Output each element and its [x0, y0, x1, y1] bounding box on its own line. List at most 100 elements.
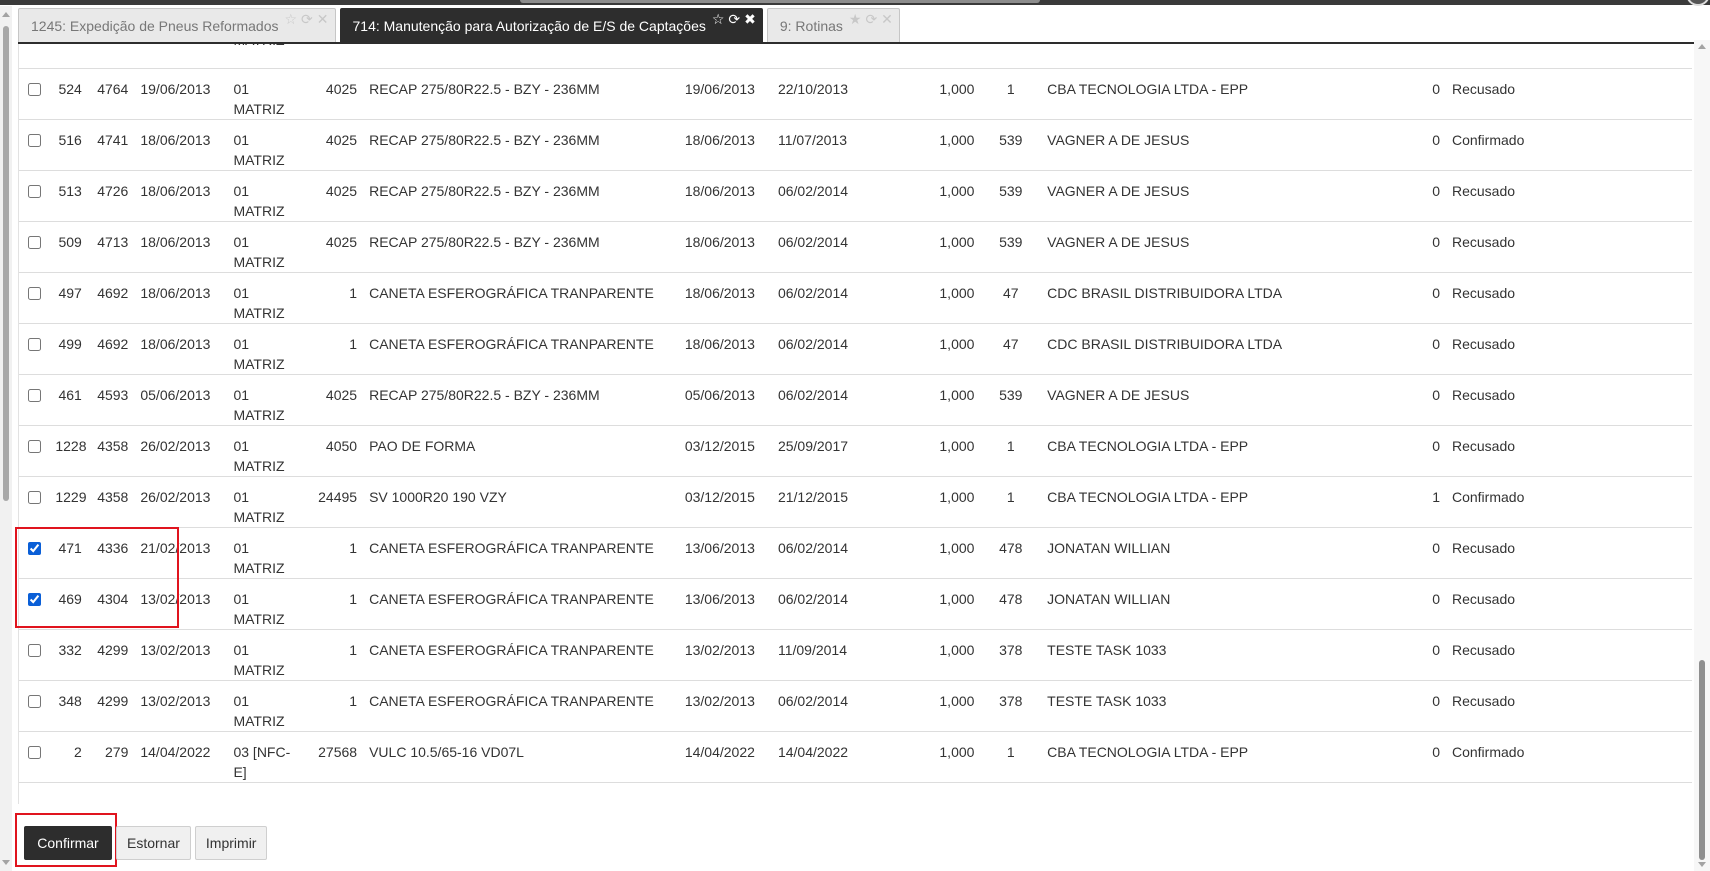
cell-date3: 06/02/2014 — [771, 680, 914, 732]
cell-date2: 19/06/2013 — [678, 68, 772, 120]
close-icon[interactable]: ✖ — [744, 11, 756, 27]
refresh-icon[interactable]: ⟳ — [301, 11, 313, 27]
cell-quantity: 1,000 — [913, 170, 981, 222]
row-checkbox[interactable] — [27, 337, 41, 351]
row-checkbox[interactable] — [27, 643, 41, 657]
cell-count: 0 — [1425, 170, 1446, 222]
table-row[interactable]: 497 4692 18/06/2013 01 MATRIZ 1 CANETA ESFERO… — [19, 272, 1692, 324]
table-row[interactable]: 471 4336 21/02/2013 01 MATRIZ 1 CANETA ESFERO… — [19, 527, 1692, 579]
table-row[interactable]: 348 4299 13/02/2013 01 MATRIZ 1 CANETA ESFERO… — [19, 680, 1692, 732]
cell-date: 18/06/2013 — [134, 272, 228, 324]
row-checkbox[interactable] — [27, 745, 41, 759]
cell-product: RECAP 275/80R22.5 - BZY - 236MM — [363, 68, 679, 120]
cell-product-code: 4025 — [306, 170, 364, 222]
cell-id: 1229 — [49, 476, 88, 528]
close-icon[interactable]: ✕ — [317, 11, 329, 27]
table-row[interactable]: 499 4692 18/06/2013 01 MATRIZ 1 CANETA ESFERO… — [19, 323, 1692, 375]
cell-quantity: 1,000 — [913, 425, 981, 477]
cell-product: SV 1000R20 190 VZY — [363, 476, 679, 528]
cell-client: JONATAN WILLIAN — [1041, 527, 1426, 579]
cell-count: 0 — [1425, 221, 1446, 273]
scroll-up-arrow-icon[interactable] — [1698, 44, 1706, 49]
cell-select — [19, 221, 50, 273]
cell-quantity: 1,000 — [913, 680, 981, 732]
table-row[interactable]: 509 4713 18/06/2013 01 MATRIZ 4025 RECAP 275/… — [19, 221, 1692, 273]
table-row[interactable]: 332 4299 13/02/2013 01 MATRIZ 1 CANETA ESFERO… — [19, 629, 1692, 681]
cell-select — [19, 629, 50, 681]
confirm-button[interactable]: Confirmar — [24, 826, 112, 860]
cell-date: 14/04/2022 — [134, 731, 228, 783]
cell-filial: 01 MATRIZ — [227, 272, 307, 324]
table-row[interactable]: 513 4726 18/06/2013 01 MATRIZ 4025 RECAP 275/… — [19, 170, 1692, 222]
cell-status: Recusado — [1445, 170, 1692, 222]
cell-status: Recusado — [1445, 272, 1692, 324]
cell-id: 524 — [49, 68, 88, 120]
tab-expedicao-pneus[interactable]: 1245: Expedição de Pneus Reformados ☆ ⟳ … — [18, 8, 336, 42]
cell-select — [19, 119, 50, 171]
close-icon[interactable]: ✕ — [881, 11, 893, 27]
cell-date2: 18/06/2013 — [678, 119, 772, 171]
row-checkbox[interactable] — [27, 133, 41, 147]
cell-date2: 13/02/2013 — [678, 680, 772, 732]
scroll-down-arrow-icon[interactable] — [1698, 862, 1706, 867]
cell-count: 0 — [1425, 527, 1446, 579]
cell-filial: 01 MATRIZ — [227, 527, 307, 579]
cell-product: RECAP 275/80R22.5 - BZY - 236MM — [363, 170, 679, 222]
table-row[interactable]: 524 4764 19/06/2013 01 MATRIZ 4025 RECAP 275/… — [19, 68, 1692, 120]
cell-quantity: 1,000 — [913, 476, 981, 528]
scroll-up-arrow-icon[interactable] — [2, 12, 10, 17]
cell-id: 332 — [49, 629, 88, 681]
cell-product: CANETA ESFEROGRÁFICA TRANPARENTE — [363, 527, 679, 579]
scrollbar-thumb[interactable] — [1699, 660, 1705, 860]
row-checkbox[interactable] — [27, 184, 41, 198]
cell-date: 18/06/2013 — [134, 323, 228, 375]
cell-count: 0 — [1425, 629, 1446, 681]
cell-id: 1228 — [49, 425, 88, 477]
row-checkbox[interactable] — [27, 694, 41, 708]
row-checkbox[interactable] — [27, 490, 41, 504]
star-icon[interactable]: ☆ — [712, 11, 725, 27]
cell-id: 348 — [49, 680, 88, 732]
cell-product: PAO DE FORMA — [363, 425, 679, 477]
cell-filial: 01 MATRIZ — [227, 629, 307, 681]
refresh-icon[interactable]: ⟳ — [865, 11, 877, 27]
table-row[interactable]: 469 4304 13/02/2013 01 MATRIZ 1 CANETA ESFERO… — [19, 578, 1692, 630]
table-row[interactable]: 1229 4358 26/02/2013 01 MATRIZ 24495 SV 1000R… — [19, 476, 1692, 528]
row-checkbox[interactable] — [27, 388, 41, 402]
cell-status: Confirmado — [1445, 476, 1692, 528]
cell-count: 0 — [1425, 731, 1446, 783]
cell-doc: 4764 — [87, 68, 135, 120]
table-row[interactable]: 516 4741 18/06/2013 01 MATRIZ 4025 RECAP 275/… — [19, 119, 1692, 171]
cell-client: VAGNER A DE JESUS — [1041, 374, 1426, 426]
cell-client-code: 539 — [980, 119, 1042, 171]
star-icon[interactable]: ☆ — [284, 11, 297, 27]
star-icon[interactable]: ★ — [849, 11, 862, 27]
print-button[interactable]: Imprimir — [194, 826, 268, 860]
cell-status: Recusado — [1445, 578, 1692, 630]
table-row[interactable]: 2 279 14/04/2022 03 [NFC-E] 27568 VULC 10.5/6… — [19, 731, 1692, 783]
row-checkbox[interactable] — [27, 82, 41, 96]
cell-select — [19, 272, 50, 324]
cell-client: VAGNER A DE JESUS — [1041, 119, 1426, 171]
table-row[interactable]: 1228 4358 26/02/2013 01 MATRIZ 4050 PAO DE FO… — [19, 425, 1692, 477]
row-checkbox[interactable] — [27, 235, 41, 249]
tab-manutencao-autorizacao[interactable]: 714: Manutenção para Autorização de E/S … — [339, 8, 763, 42]
scrollbar-thumb[interactable] — [3, 26, 9, 501]
cell-select — [19, 323, 50, 375]
grid-scrollbar[interactable] — [1694, 40, 1710, 871]
row-checkbox[interactable] — [27, 286, 41, 300]
scroll-down-arrow-icon[interactable] — [2, 860, 10, 865]
cell-id: 513 — [49, 170, 88, 222]
cell-id: 2 — [49, 731, 88, 783]
cell-client-code: 478 — [980, 578, 1042, 630]
tab-rotinas[interactable]: 9: Rotinas ★ ⟳ ✕ — [766, 8, 900, 42]
cell-count: 0 — [1425, 68, 1446, 120]
cell-product-code: 1 — [306, 629, 364, 681]
cell-count: 0 — [1425, 119, 1446, 171]
reverse-button[interactable]: Estornar — [116, 826, 191, 860]
table-row[interactable]: 461 4593 05/06/2013 01 MATRIZ 4025 RECAP 275/… — [19, 374, 1692, 426]
refresh-icon[interactable]: ⟳ — [728, 11, 740, 27]
captacoes-table: MATRIZ 524476419/06/201301 MATRIZ4025REC… — [18, 44, 1692, 804]
row-checkbox[interactable] — [27, 439, 41, 453]
page-scrollbar[interactable] — [0, 6, 12, 871]
